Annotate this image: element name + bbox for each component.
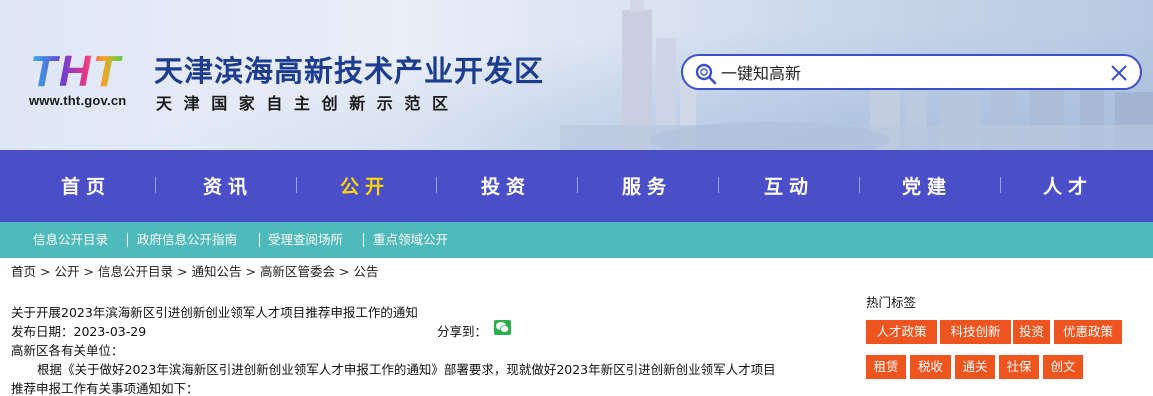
breadcrumb-separator: > (83, 264, 94, 279)
breadcrumb-notices[interactable]: 通知公告 (192, 264, 242, 279)
breadcrumb-separator: > (339, 264, 350, 279)
publish-date: 发布日期：2023-03-29 (11, 324, 147, 339)
close-icon[interactable] (1110, 64, 1128, 82)
subnav-divider (363, 233, 364, 247)
nav-item-invest[interactable]: 投资 (436, 150, 576, 222)
breadcrumb-announcement[interactable]: 公告 (354, 264, 379, 279)
nav-item-talent[interactable]: 人才 (998, 150, 1138, 222)
tag-investment[interactable]: 投资 (1013, 320, 1050, 344)
sub-nav: 信息公开目录 政府信息公开指南 受理查阅场所 重点领域公开 (0, 222, 1153, 258)
breadcrumb-committee[interactable]: 高新区管委会 (260, 264, 335, 279)
subnav-divider (127, 233, 128, 247)
article-paragraph-continued: 推荐申报工作有关事项通知如下： (11, 381, 199, 396)
tag-social-security[interactable]: 社保 (999, 355, 1039, 379)
search-box (681, 54, 1142, 90)
wechat-share-icon[interactable] (494, 320, 511, 335)
site-title: 天津滨海高新技术产业开发区 (154, 54, 545, 88)
breadcrumb: 首页 > 公开 > 信息公开目录 > 通知公告 > 高新区管委会 > 公告 (11, 261, 379, 280)
article-paragraph: 根据《关于做好2023年滨海新区引进创新创业领军人才申报工作的通知》部署要求，现… (37, 362, 776, 377)
search-icon[interactable] (695, 63, 717, 85)
share-label: 分享到： (437, 324, 488, 339)
tag-talent-policy[interactable]: 人才政策 (866, 320, 937, 344)
hot-tags-title: 热门标签 (866, 295, 917, 310)
nav-item-news[interactable]: 资讯 (158, 150, 298, 222)
tag-tech-innovation[interactable]: 科技创新 (940, 320, 1011, 344)
header-banner: THT www.tht.gov.cn 天津滨海高新技术产业开发区 天津国家自主创… (0, 0, 1153, 150)
nav-item-interact[interactable]: 互动 (719, 150, 859, 222)
subnav-item-key-areas[interactable]: 重点领域公开 (373, 222, 448, 258)
subnav-item-venue[interactable]: 受理查阅场所 (268, 222, 343, 258)
breadcrumb-separator: > (177, 264, 188, 279)
nav-item-open[interactable]: 公开 (295, 150, 435, 222)
nav-item-home[interactable]: 首页 (16, 150, 156, 222)
tht-logo: THT (30, 50, 123, 92)
tag-tax[interactable]: 税收 (910, 355, 951, 379)
search-input[interactable] (721, 61, 1101, 85)
tag-customs[interactable]: 通关 (955, 355, 995, 379)
subnav-item-guide[interactable]: 政府信息公开指南 (137, 222, 237, 258)
main-nav: 首页 资讯 公开 投资 服务 互动 党建 人才 (0, 150, 1153, 222)
nav-item-service[interactable]: 服务 (577, 150, 717, 222)
tag-leasing[interactable]: 租赁 (866, 355, 906, 379)
article-salutation: 高新区各有关单位： (11, 343, 124, 358)
breadcrumb-catalog[interactable]: 信息公开目录 (98, 264, 173, 279)
subnav-item-catalog[interactable]: 信息公开目录 (33, 222, 108, 258)
breadcrumb-separator: > (40, 264, 51, 279)
svg-text:THT: THT (30, 50, 123, 92)
subnav-divider (259, 233, 260, 247)
nav-item-party[interactable]: 党建 (857, 150, 997, 222)
breadcrumb-open[interactable]: 公开 (55, 264, 80, 279)
tag-preferential-policy[interactable]: 优惠政策 (1054, 320, 1122, 344)
site-url: www.tht.gov.cn (29, 93, 127, 108)
breadcrumb-home[interactable]: 首页 (11, 264, 36, 279)
breadcrumb-separator: > (245, 264, 256, 279)
site-subtitle: 天津国家自主创新示范区 (156, 94, 460, 113)
nav-divider (155, 177, 156, 193)
tag-civilization[interactable]: 创文 (1043, 355, 1083, 379)
article-title: 关于开展2023年滨海新区引进创新创业领军人才项目推荐申报工作的通知 (11, 305, 418, 320)
